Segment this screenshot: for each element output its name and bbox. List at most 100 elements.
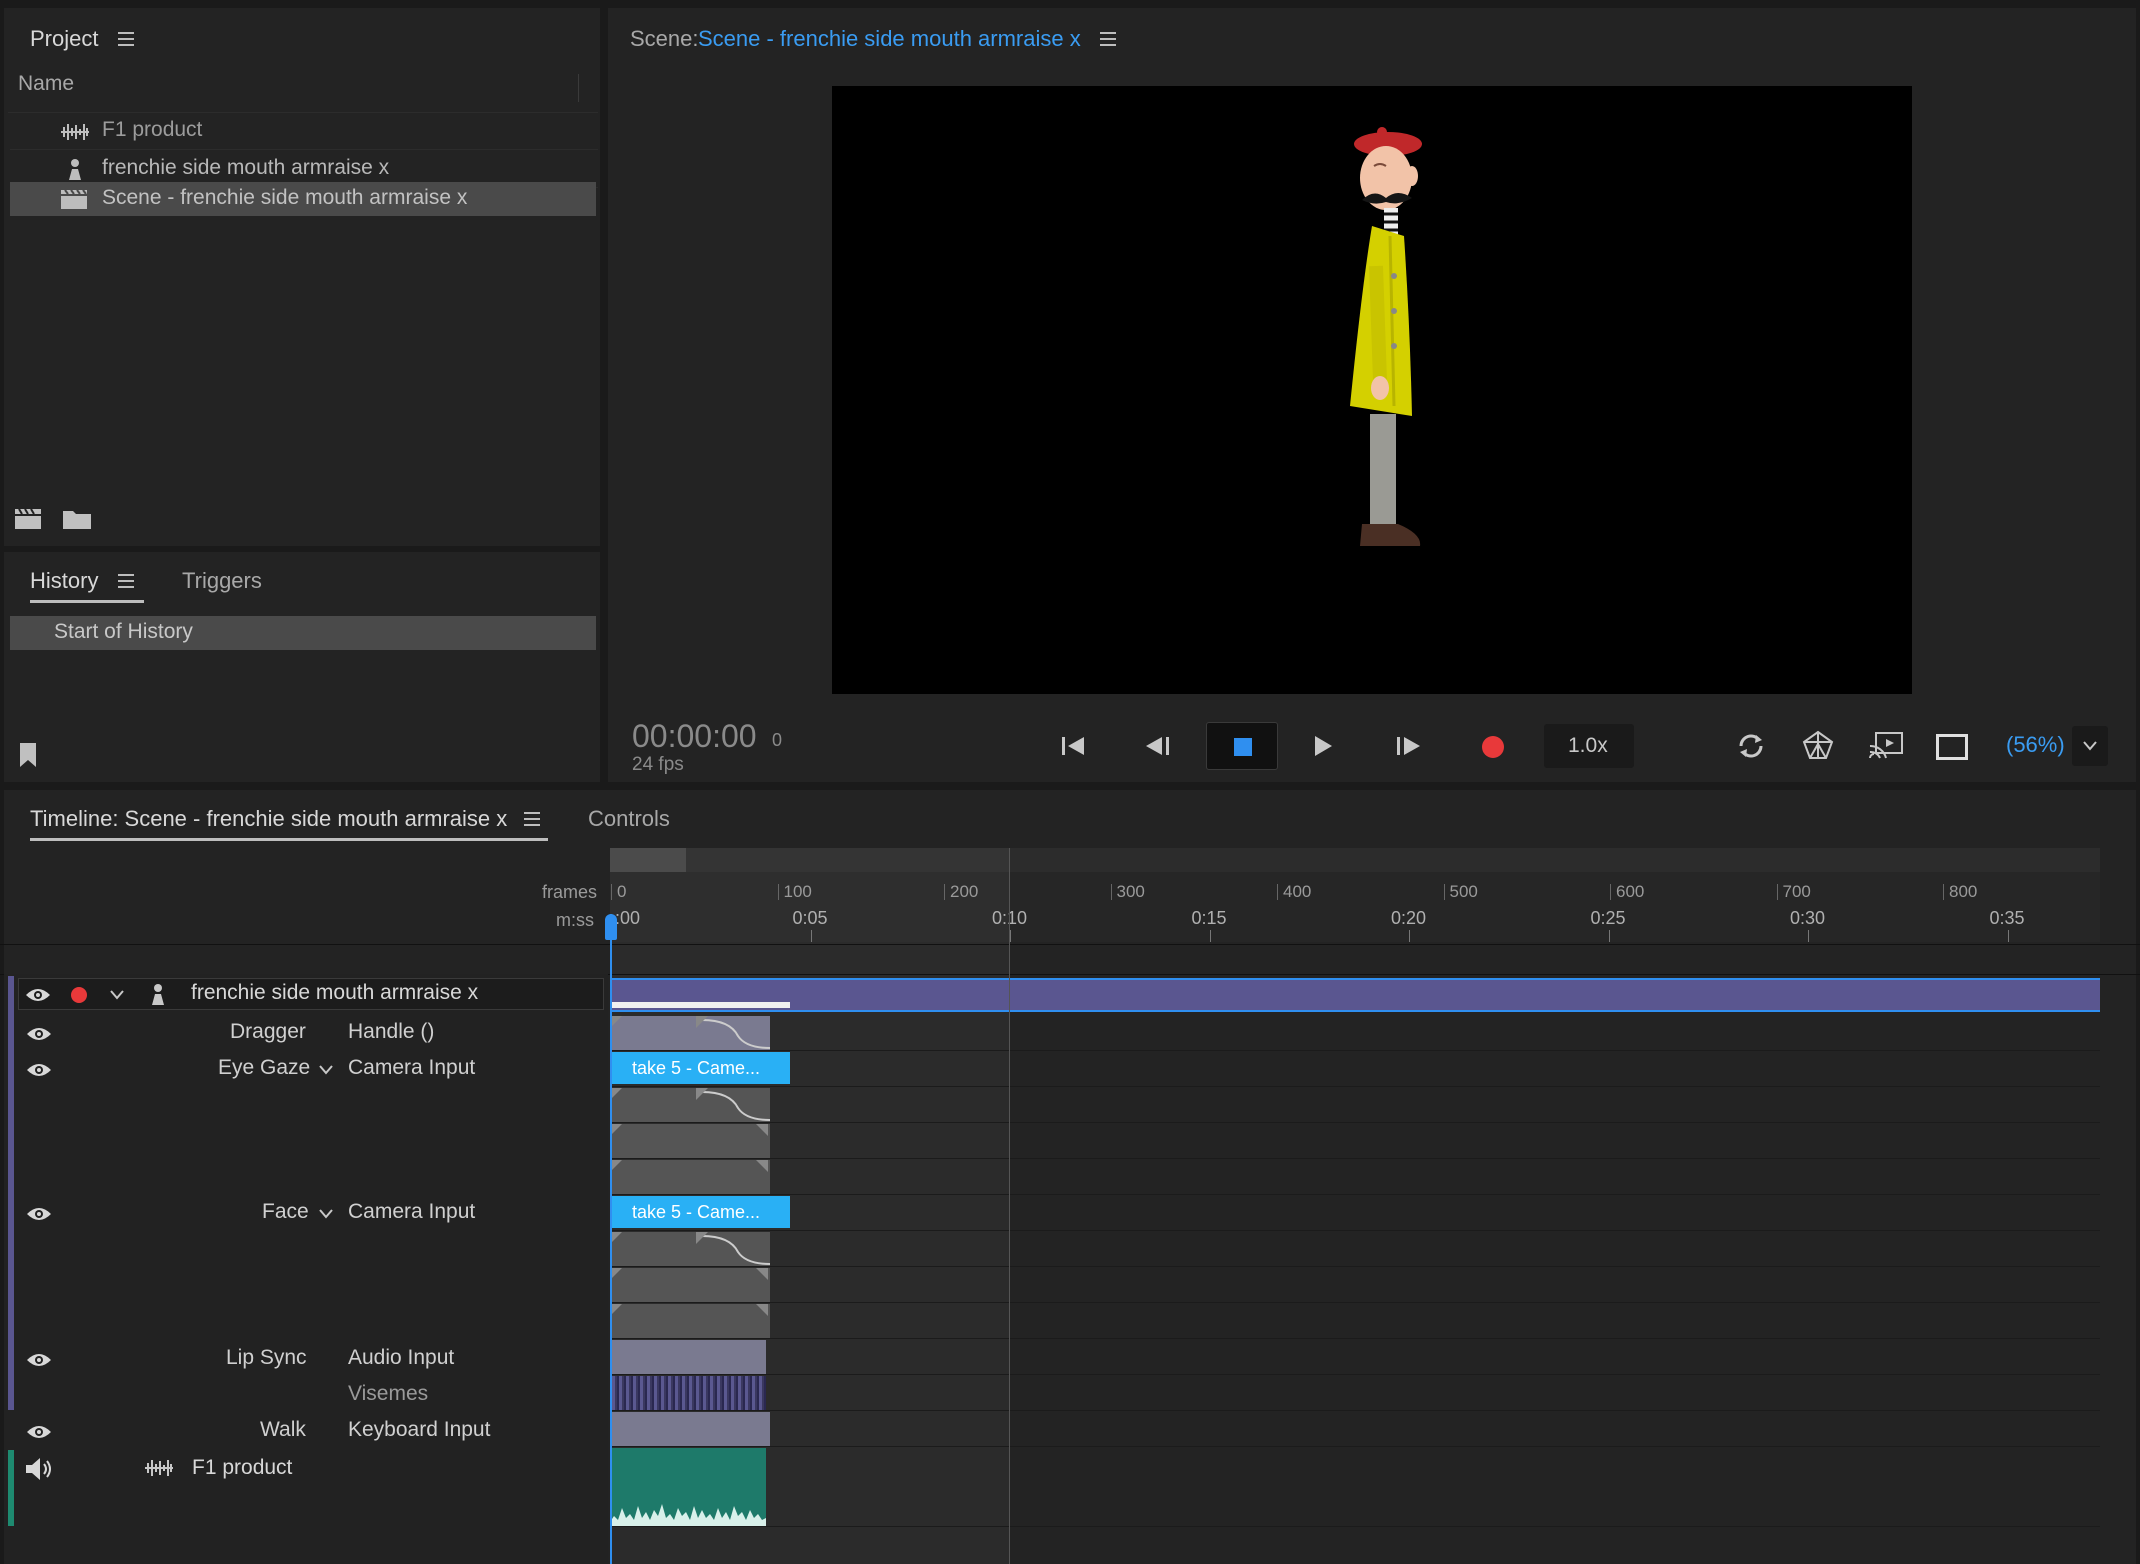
ruler-bottom-line [0,944,2140,945]
audio-clip[interactable] [610,1448,766,1526]
eye-icon[interactable] [25,987,51,1003]
frame-tick-mark [611,884,612,900]
scene-menu-icon[interactable] [1100,32,1116,46]
tab-controls[interactable]: Controls [588,806,670,832]
scene-prefix: Scene: [630,26,699,51]
row-separator [610,1122,2100,1123]
project-item-label: frenchie side mouth armraise x [102,156,390,179]
time-tick-label: 0:20 [1391,908,1427,928]
new-scene-icon[interactable] [14,506,42,530]
project-menu-icon[interactable] [118,32,134,46]
face-param-clip[interactable] [610,1304,770,1338]
row-separator [610,1410,2100,1411]
record-button[interactable] [1482,736,1504,758]
play-icon[interactable] [1312,734,1334,758]
face-take-clip[interactable]: take 5 - Came... [610,1196,790,1228]
row-separator [610,1526,2100,1527]
step-back-icon[interactable] [1144,734,1172,758]
history-item[interactable]: Start of History [10,616,596,650]
playback-speed-button[interactable]: 1.0x [1544,724,1634,768]
eye-icon[interactable] [26,1026,52,1042]
eye-icon[interactable] [26,1352,52,1368]
row-separator [610,1374,2100,1375]
clip-handle-mid[interactable] [696,1088,708,1100]
frame-tick-label: 0 [617,882,627,901]
eye-icon[interactable] [26,1062,52,1078]
frame-tick-mark [1776,884,1778,900]
eye-gaze-param-clip[interactable] [610,1124,770,1158]
clip-handle-right[interactable] [756,1124,768,1136]
behavior-name-walk: Walk [260,1418,306,1441]
history-panel: History Triggers Start of History [4,552,600,782]
behavior-input-dragger: Handle () [348,1020,435,1043]
step-forward-icon[interactable] [1394,734,1422,758]
playhead-line[interactable] [610,914,612,1564]
row-separator [610,1302,2100,1303]
eye-icon[interactable] [26,1424,52,1440]
lip-sync-audio-clip[interactable] [610,1340,766,1374]
visemes-clip[interactable] [610,1376,766,1410]
face-param-clip[interactable] [610,1268,770,1302]
tab-triggers[interactable]: Triggers [182,568,262,594]
ease-curve [701,1019,770,1049]
tab-history[interactable]: History [30,568,98,594]
project-item-label: F1 product [102,118,203,141]
chevron-down-icon[interactable] [109,989,125,1001]
scene-stage[interactable] [832,86,1912,694]
eye-icon[interactable] [26,1206,52,1222]
stop-button[interactable] [1206,722,1278,770]
name-column-header[interactable]: Name [18,72,74,96]
time-tick-mark [810,930,812,942]
clip-label: take 5 - Came... [632,1202,761,1222]
clip-handle-right[interactable] [756,1160,768,1172]
clip-handle-mid[interactable] [696,1016,708,1028]
safe-area-icon[interactable] [1936,734,1968,760]
go-to-start-icon[interactable] [1060,734,1086,758]
work-area-end-line [1009,848,1010,1564]
eye-gaze-param-clip[interactable] [610,1160,770,1194]
project-item-scene[interactable]: Scene - frenchie side mouth armraise x [10,182,596,216]
time-tick-label: :00 [615,908,641,928]
time-tick-label: 0:30 [1790,908,1826,928]
eye-gaze-take-clip[interactable]: take 5 - Came... [610,1052,790,1084]
tab-timeline[interactable]: Timeline: Scene - frenchie side mouth ar… [30,806,507,832]
chevron-down-icon [2083,741,2097,751]
chevron-down-icon[interactable] [318,1208,334,1220]
project-panel-title[interactable]: Project [30,26,98,52]
clip-label: take 5 - Came... [632,1058,761,1078]
stream-output-icon[interactable] [1868,730,1904,760]
zoom-dropdown[interactable] [2072,726,2108,766]
row-separator [610,1158,2100,1159]
mesh-icon[interactable] [1802,730,1834,760]
timecode: 00:00:00 [632,718,757,754]
project-item-f1-product[interactable]: F1 product [10,114,598,150]
face-param-clip[interactable] [610,1232,770,1266]
clip-handle-mid[interactable] [696,1232,708,1244]
chevron-down-icon[interactable] [318,1064,334,1076]
history-menu-icon[interactable] [118,574,134,588]
audio-track-name: F1 product [192,1456,293,1479]
speaker-icon[interactable] [24,1456,54,1482]
frame-tick-label: 600 [1616,882,1645,901]
timeline-menu-icon[interactable] [524,812,540,826]
frame-tick-label: 100 [783,882,812,901]
scene-name[interactable]: Scene - frenchie side mouth armraise x [698,26,1081,52]
dragger-clip[interactable] [610,1016,770,1050]
new-folder-icon[interactable] [62,508,92,530]
bookmark-icon[interactable] [18,742,38,768]
project-panel: Project Name F1 product frenchie side mo… [4,8,600,546]
puppet-track-header[interactable]: frenchie side mouth armraise x [18,978,604,1010]
time-tick-mark [1808,930,1809,942]
playhead-handle[interactable] [605,914,617,940]
puppet-track-bar[interactable] [610,978,2100,1012]
clip-handle-right[interactable] [756,1304,768,1316]
record-arm-icon[interactable] [71,987,87,1003]
zoom-level[interactable]: (56%) [2006,732,2065,758]
ruler-mss-label: m:ss [556,910,594,930]
clip-handle-right[interactable] [756,1268,768,1280]
loop-icon[interactable] [1736,732,1766,760]
behavior-input-face: Camera Input [348,1200,476,1223]
behavior-input-lip-sync: Audio Input [348,1346,455,1369]
eye-gaze-param-clip[interactable] [610,1088,770,1122]
walk-clip[interactable] [610,1412,770,1446]
